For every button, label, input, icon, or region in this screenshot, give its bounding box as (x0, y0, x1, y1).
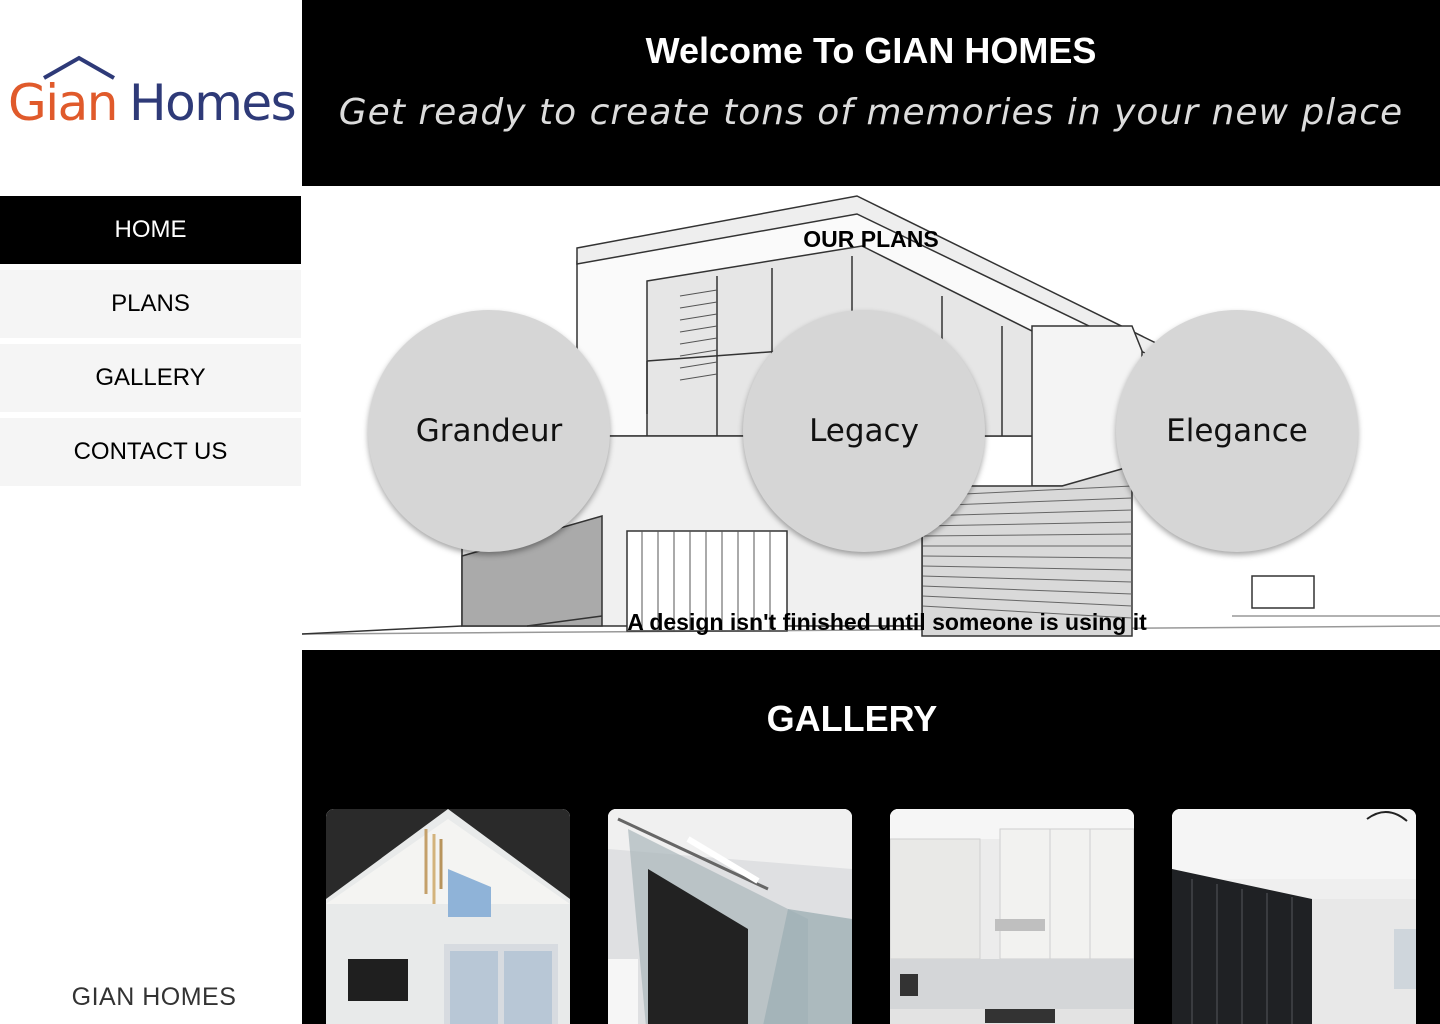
plans-tagline: A design isn't finished until someone is… (627, 609, 1147, 635)
living-room-photo[interactable] (326, 809, 570, 1024)
gallery-section: GALLERY (302, 650, 1440, 1024)
footer-brand: GIAN HOMES (71, 983, 237, 1011)
nav-item-contact-us[interactable]: CONTACT US (0, 418, 301, 486)
gallery-title: GALLERY (766, 698, 938, 739)
plans-section: OUR PLANS Grandeur Legacy Elegance A des… (302, 186, 1440, 650)
plan-elegance-button[interactable]: Elegance (1116, 310, 1358, 552)
page-title: Welcome To GIAN HOMES (645, 30, 1097, 71)
kitchen-photo[interactable] (890, 809, 1134, 1024)
header-banner: Welcome To GIAN HOMES Get ready to creat… (302, 0, 1440, 186)
nav-item-home[interactable]: HOME (0, 196, 301, 264)
gian-homes-logo[interactable]: Gian Homes (0, 0, 302, 186)
plan-legacy-button[interactable]: Legacy (743, 310, 985, 552)
main-nav: HOME PLANS GALLERY CONTACT US (0, 196, 301, 492)
plans-title: OUR PLANS (803, 226, 939, 252)
dark-panel-wall-photo[interactable] (1172, 809, 1416, 1024)
glass-staircase-photo[interactable] (608, 809, 852, 1024)
logo-word-gian: Gian (8, 74, 118, 132)
nav-item-gallery[interactable]: GALLERY (0, 344, 301, 412)
page-subtitle: Get ready to create tons of memories in … (338, 92, 1404, 133)
sidebar: Gian Homes HOME PLANS GALLERY CONTACT US… (0, 0, 302, 1024)
nav-item-plans[interactable]: PLANS (0, 270, 301, 338)
logo-word-homes: Homes (129, 74, 297, 132)
plan-grandeur-button[interactable]: Grandeur (368, 310, 610, 552)
